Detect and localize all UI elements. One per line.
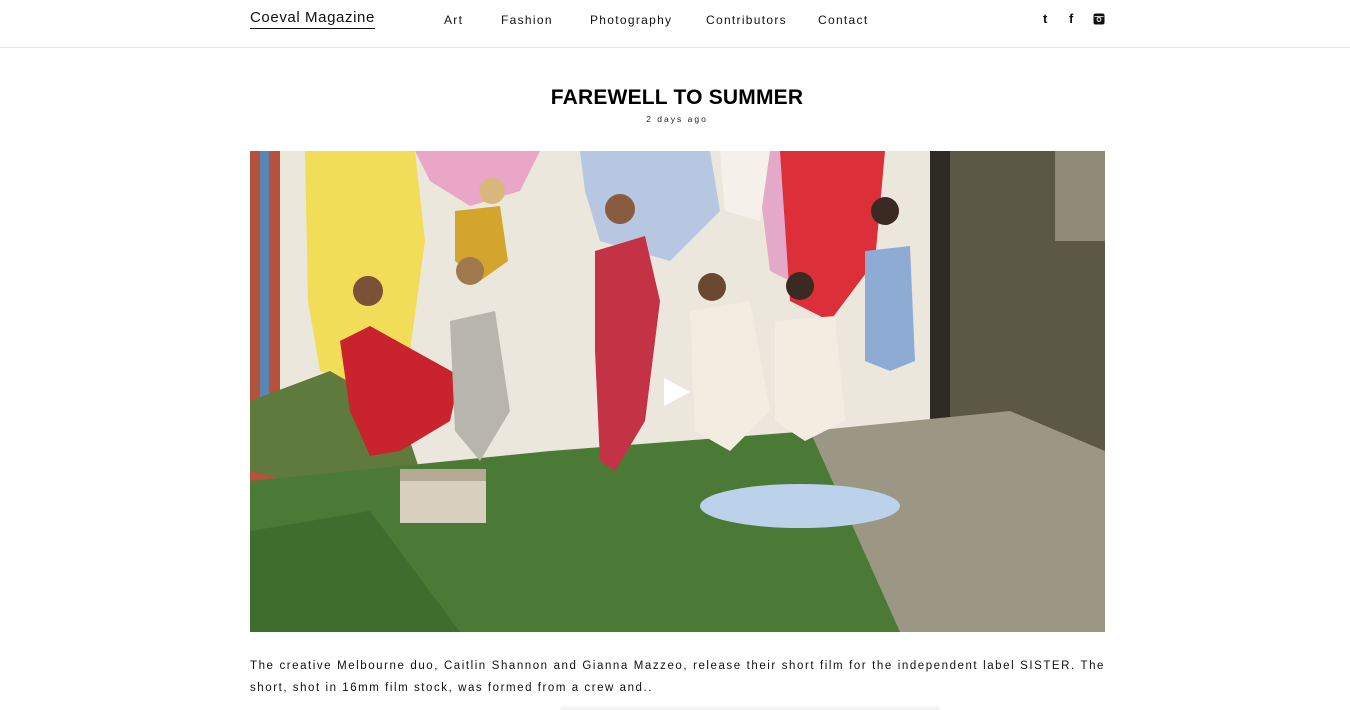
instagram-icon[interactable] — [1093, 11, 1105, 27]
article-title: FAREWELL TO SUMMER — [550, 86, 804, 109]
nav-item-contact[interactable]: Contact — [818, 13, 868, 27]
scroll-fade — [560, 704, 940, 710]
facebook-icon[interactable]: f — [1069, 10, 1073, 26]
article-excerpt: The creative Melbourne duo, Caitlin Shan… — [250, 660, 1105, 694]
nav-item-photography[interactable]: Photography — [590, 13, 672, 27]
tumblr-icon[interactable]: t — [1043, 10, 1047, 26]
nav-item-contributors[interactable]: Contributors — [706, 13, 787, 27]
article-date: 2 days ago — [646, 114, 708, 124]
site-logo-link[interactable]: Coeval Magazine — [250, 9, 375, 29]
play-button[interactable] — [662, 377, 692, 407]
nav-item-art[interactable]: Art — [444, 13, 463, 27]
site-header: Coeval Magazine Art Fashion Photography … — [0, 0, 1350, 48]
nav-item-fashion[interactable]: Fashion — [501, 13, 553, 27]
play-icon — [664, 378, 690, 406]
